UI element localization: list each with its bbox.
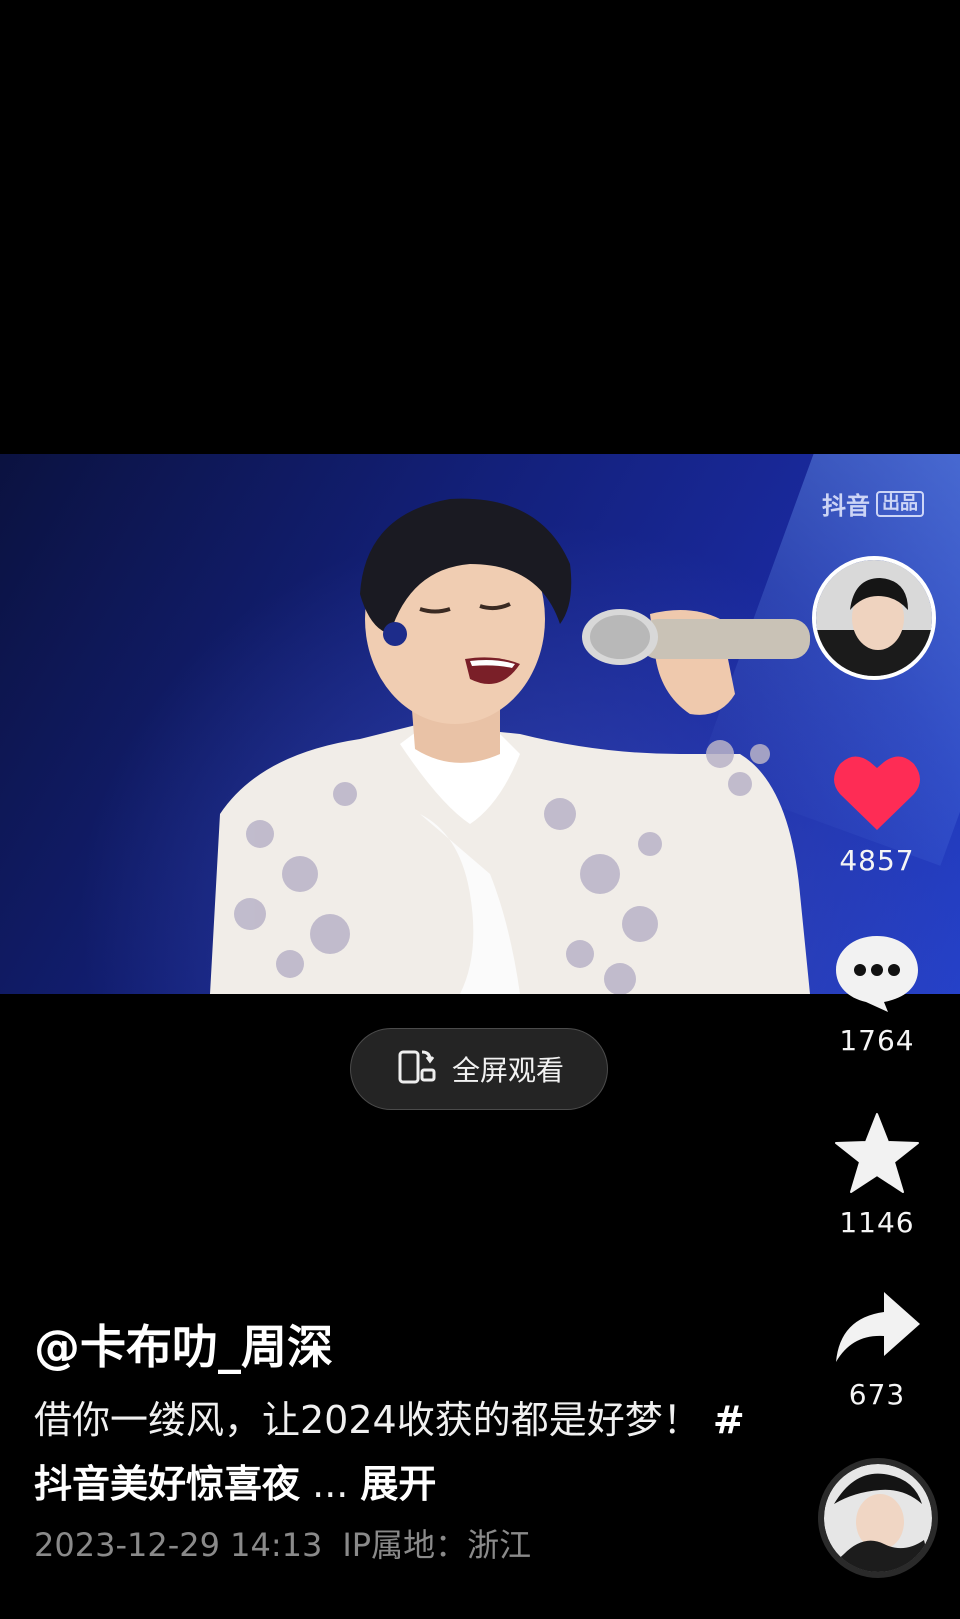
fullscreen-button[interactable]: 全屏观看 [350,1028,608,1110]
video-player[interactable]: 抖音 出品 [0,454,960,994]
author-avatar[interactable] [812,556,936,680]
ip-location: IP属地：浙江 [342,1526,532,1564]
rotate-screen-icon [394,1044,438,1095]
favorite-action[interactable]: 1146 [820,1112,934,1239]
post-datetime: 2023-12-29 14:13 [34,1526,323,1564]
share-action[interactable]: 673 [820,1288,934,1411]
like-action[interactable]: 4857 [820,752,934,877]
comment-action[interactable]: 1764 [820,932,934,1057]
douyin-watermark: 抖音 出品 [822,486,924,521]
favorite-count: 1146 [839,1206,915,1239]
video-info: @卡布叻_周深 借你一缕风，让2024收获的都是好梦！ #抖音美好惊喜夜 ...… [34,1318,754,1568]
share-count: 673 [848,1378,906,1411]
heart-icon [832,752,922,836]
like-count: 4857 [839,844,915,877]
music-disc[interactable] [818,1458,938,1578]
comment-count: 1764 [839,1024,915,1057]
author-username[interactable]: @卡布叻_周深 [34,1318,754,1376]
share-icon [832,1288,922,1370]
post-meta: 2023-12-29 14:13 IP属地：浙江 [34,1522,754,1568]
comment-icon [832,932,922,1016]
watermark-tag: 出品 [876,490,924,517]
watermark-text: 抖音 [822,492,870,520]
star-icon [832,1112,922,1198]
caption-ellipsis: ... [312,1462,349,1506]
performer-image [210,498,810,994]
expand-button[interactable]: 展开 [360,1462,436,1506]
caption-text: 借你一缕风，让2024收获的都是好梦！ [34,1398,701,1442]
video-caption: 借你一缕风，让2024收获的都是好梦！ #抖音美好惊喜夜 ... 展开 [34,1388,754,1516]
music-disc-cover [824,1464,932,1572]
fullscreen-label: 全屏观看 [451,1054,564,1087]
